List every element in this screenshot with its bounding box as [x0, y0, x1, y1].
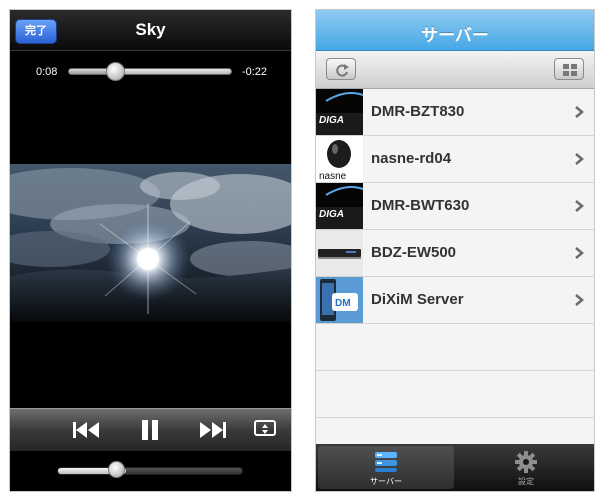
remaining-time: -0:22	[241, 66, 267, 78]
server-list: DIGA DMR-BZT830 nasne nasne-rd04 DIGA DM…	[316, 89, 594, 418]
rewind-button[interactable]	[70, 417, 102, 443]
pause-button[interactable]	[134, 417, 166, 443]
gear-icon	[515, 451, 537, 473]
diga-logo-icon: DIGA	[316, 183, 363, 229]
diga-logo-thumbnail: DIGA	[316, 89, 363, 135]
video-frame[interactable]	[10, 164, 291, 322]
aspect-ratio-icon	[262, 424, 268, 434]
server-row-bdz-ew500[interactable]: BDZ-EW500	[316, 230, 594, 277]
nasne-logo-icon: nasne	[316, 136, 363, 182]
dixim-logo-thumbnail: DM	[316, 277, 363, 323]
refresh-icon	[336, 64, 349, 77]
diga-logo-thumbnail: DIGA	[316, 183, 363, 229]
empty-row	[316, 324, 594, 371]
svg-text:DM: DM	[335, 298, 351, 309]
server-toolbar	[316, 51, 594, 89]
server-list-screen: サーバー DIGA DMR-BZT830 nasne nasne-rd04 DI…	[315, 9, 595, 492]
svg-text:DIGA: DIGA	[319, 115, 344, 126]
tab-settings[interactable]: 設定	[458, 446, 594, 489]
tab-label: 設定	[518, 477, 534, 486]
recorder-device-icon	[316, 230, 363, 276]
grid-icon	[563, 64, 577, 76]
scrub-thumb[interactable]	[106, 62, 125, 81]
grid-view-button[interactable]	[554, 58, 584, 80]
svg-text:DIGA: DIGA	[319, 209, 344, 220]
chevron-right-icon	[575, 294, 584, 306]
server-row-dmr-bzt830[interactable]: DIGA DMR-BZT830	[316, 89, 594, 136]
aspect-ratio-button[interactable]	[254, 420, 276, 436]
chevron-right-icon	[575, 247, 584, 259]
server-name: DMR-BWT630	[371, 197, 470, 214]
fast-forward-button[interactable]	[197, 417, 229, 443]
server-row-nasne-rd04[interactable]: nasne nasne-rd04	[316, 136, 594, 183]
chevron-right-icon	[575, 200, 584, 212]
video-title: Sky	[135, 20, 166, 39]
volume-slider[interactable]	[57, 467, 243, 475]
svg-text:nasne: nasne	[319, 171, 347, 182]
server-name: nasne-rd04	[371, 150, 452, 167]
pause-icon	[142, 420, 158, 440]
tab-server[interactable]: サーバー	[318, 446, 454, 489]
volume-area	[10, 451, 291, 491]
page-title: サーバー	[421, 26, 489, 45]
recorder-device-thumbnail	[316, 230, 363, 276]
scrub-bar[interactable]	[68, 68, 232, 75]
video-player-screen: 完了 Sky 0:08 -0:22	[9, 9, 292, 492]
elapsed-time: 0:08	[36, 66, 58, 78]
chevron-right-icon	[575, 153, 584, 165]
player-header: 完了 Sky	[10, 10, 291, 51]
rewind-icon	[73, 422, 99, 438]
playback-controls	[10, 408, 291, 451]
tab-label: サーバー	[370, 477, 402, 486]
dixim-logo-icon: DM	[316, 277, 363, 323]
fast-forward-icon	[200, 422, 226, 438]
server-icon	[375, 452, 397, 472]
server-header: サーバー	[316, 10, 594, 51]
server-name: BDZ-EW500	[371, 244, 457, 261]
nasne-logo-thumbnail: nasne	[316, 136, 363, 182]
empty-row	[316, 371, 594, 418]
sky-video-image	[10, 168, 291, 322]
server-row-dixim-server[interactable]: DM DiXiM Server	[316, 277, 594, 324]
refresh-button[interactable]	[326, 58, 356, 80]
server-name: DiXiM Server	[371, 291, 464, 308]
volume-thumb[interactable]	[108, 461, 125, 478]
server-name: DMR-BZT830	[371, 103, 465, 120]
server-row-dmr-bwt630[interactable]: DIGA DMR-BWT630	[316, 183, 594, 230]
tab-bar: サーバー 設定	[316, 444, 594, 491]
diga-logo-icon: DIGA	[316, 89, 363, 135]
chevron-right-icon	[575, 106, 584, 118]
